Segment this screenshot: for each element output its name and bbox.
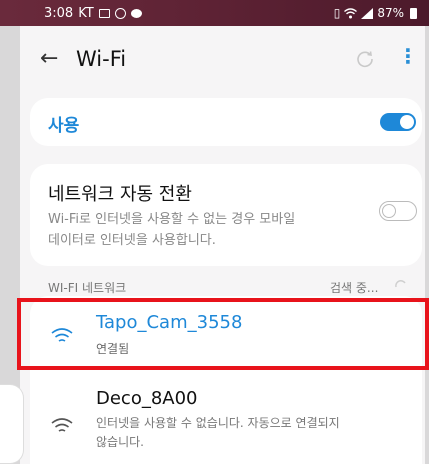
auto-network-switch-title: 네트워크 자동 전환 [48, 184, 192, 205]
auto-network-switch[interactable] [379, 201, 417, 221]
status-bar: 3:08 KT ▯ 87% [0, 0, 429, 26]
page-title: Wi-Fi [76, 47, 127, 71]
description-line-2: 데이터로 인터넷을 사용합니다. [48, 233, 216, 248]
app-bar: ← Wi-Fi ⋮ [20, 40, 425, 80]
status-line-1: 인터넷을 사용할 수 없습니다. 자동으로 연결되지 [96, 416, 340, 430]
refresh-icon[interactable] [356, 50, 374, 68]
message-icon [130, 8, 142, 18]
alarm-icon [114, 7, 126, 19]
edge-panel-handle[interactable] [0, 384, 24, 464]
network-ssid: Deco_8A00 [96, 388, 198, 409]
scan-status: 검색 중... [330, 281, 379, 295]
switch-knob [400, 115, 414, 129]
battery-percent: 87% [377, 6, 404, 20]
status-line-2: 않습니다. [96, 435, 144, 449]
description-line-1: Wi-Fi로 인터넷을 사용할 수 없는 경우 모바일 [48, 212, 296, 227]
network-item-deco[interactable]: Deco_8A00 인터넷을 사용할 수 없습니다. 자동으로 연결되지 않습니… [30, 368, 422, 464]
wifi-signal-icon [51, 418, 73, 432]
more-vert-icon[interactable]: ⋮ [398, 44, 418, 68]
arrow-left-icon[interactable]: ← [40, 46, 58, 71]
signal-icon [361, 7, 374, 19]
scanning-spinner-icon [395, 280, 406, 288]
wifi-settings-screen: ← Wi-Fi ⋮ 사용 네트워크 자동 전환 Wi-Fi로 인터넷을 사용할 … [20, 26, 425, 464]
vibrate-icon: ▯ [333, 6, 341, 20]
wifi-master-toggle-row[interactable]: 사용 [30, 98, 422, 146]
auto-network-switch-description: Wi-Fi로 인터넷을 사용할 수 없는 경우 모바일 데이터로 인터넷을 사용… [48, 209, 368, 251]
clock: 3:08 [44, 5, 74, 21]
wifi-networks-header: WI-FI 네트워크 [48, 281, 127, 295]
wifi-master-toggle-label: 사용 [48, 116, 80, 136]
auto-network-switch-row[interactable]: 네트워크 자동 전환 Wi-Fi로 인터넷을 사용할 수 없는 경우 모바일 데… [30, 164, 422, 266]
gallery-icon [98, 8, 110, 18]
wifi-icon [344, 7, 358, 18]
network-status: 인터넷을 사용할 수 없습니다. 자동으로 연결되지 않습니다. [96, 414, 396, 452]
wifi-master-switch[interactable] [380, 113, 416, 131]
battery-icon [410, 7, 417, 19]
highlight-box [17, 298, 429, 370]
carrier-label: KT [78, 5, 94, 21]
switch-knob [382, 203, 396, 218]
